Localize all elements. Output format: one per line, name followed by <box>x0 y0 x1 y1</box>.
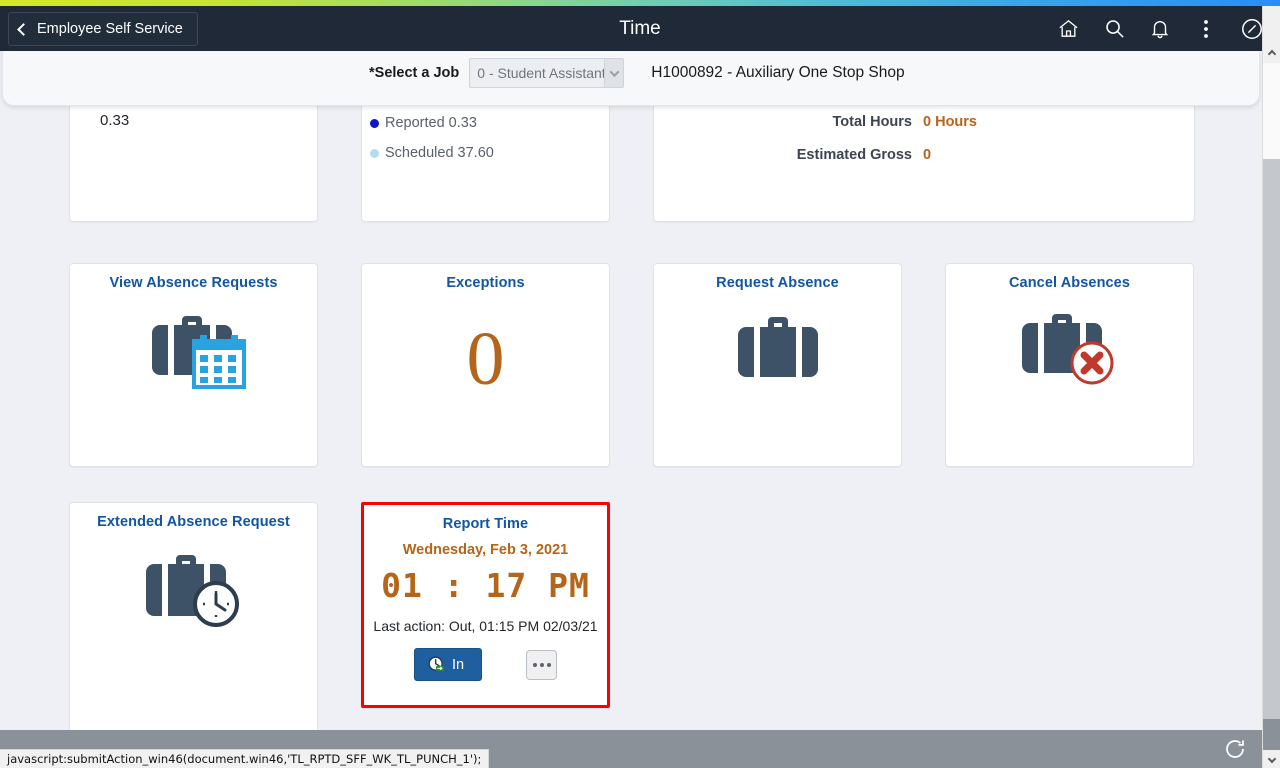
chevron-up-icon <box>1267 49 1277 59</box>
chevron-left-icon <box>17 22 30 36</box>
tile-reported-scheduled-legend[interactable]: Reported 0.33 Scheduled 37.60 <box>361 100 610 222</box>
punch-in-button[interactable]: In <box>413 648 483 681</box>
job-select-dropdown[interactable]: 0 - Student Assistant <box>469 58 625 88</box>
tile-title: Extended Absence Request <box>97 514 290 530</box>
search-icon[interactable] <box>1092 6 1136 51</box>
select-a-job-label: *Select a Job <box>369 65 460 81</box>
report-time-last-action: Last action: Out, 01:15 PM 02/03/21 <box>373 618 598 634</box>
header-icon-group <box>1046 6 1274 51</box>
report-time-more-actions-button[interactable] <box>526 649 558 680</box>
scrollbar-track-lower[interactable] <box>1263 719 1280 750</box>
chevron-down-icon[interactable] <box>604 59 624 87</box>
scrollbar-thumb[interactable] <box>1263 159 1280 719</box>
job-department-text: H1000892 - Auxiliary One Stop Shop <box>651 64 905 81</box>
tile-title: Exceptions <box>446 275 525 291</box>
peoplesoft-time-page: Employee Self Service Time *Select a Job… <box>0 0 1280 768</box>
summary-row: Total Hours 0 Hours <box>654 106 1194 139</box>
report-time-clock: 01 : 17 PM <box>381 566 590 605</box>
tile-report-time[interactable]: Report Time Wednesday, Feb 3, 2021 01 : … <box>361 502 610 708</box>
refresh-icon[interactable] <box>1222 736 1248 767</box>
legend-dot-reported <box>370 118 379 128</box>
scrollbar-track-upper[interactable] <box>1263 63 1280 159</box>
report-time-date: Wednesday, Feb 3, 2021 <box>402 542 569 558</box>
tile-payroll-summary[interactable]: Total Hours 0 Hours Estimated Gross 0 <box>653 100 1195 222</box>
briefcase-clock-icon <box>70 530 317 634</box>
legend-list: Reported 0.33 Scheduled 37.60 <box>362 100 609 168</box>
exceptions-count: 0 <box>466 317 505 401</box>
job-select-value: 0 - Student Assistant <box>477 65 605 81</box>
vertical-scrollbar[interactable] <box>1262 0 1280 768</box>
home-icon[interactable] <box>1046 6 1090 51</box>
legend-dot-scheduled <box>370 148 379 158</box>
tile-title: Cancel Absences <box>1008 275 1131 291</box>
tile-exceptions[interactable]: Exceptions 0 <box>361 263 610 467</box>
total-hours-value: 0 Hours <box>923 114 977 130</box>
legend-label-reported: Reported 0.33 <box>385 115 477 131</box>
tile-payable-time[interactable]: 0.33 <box>69 100 318 222</box>
tile-extended-absence-request[interactable]: Extended Absence Request <box>69 502 318 730</box>
report-time-action-row: In <box>364 648 607 681</box>
tile-view-absence-requests[interactable]: View Absence Requests <box>69 263 318 467</box>
job-selection-row: *Select a Job 0 - Student Assistant H100… <box>369 58 905 88</box>
punch-in-label: In <box>451 656 465 673</box>
notification-bell-icon[interactable] <box>1138 6 1182 51</box>
scroll-up-button[interactable] <box>1263 45 1280 63</box>
legend-item: Scheduled 37.60 <box>370 138 609 168</box>
clock-in-icon <box>428 656 444 671</box>
back-to-employee-self-service-button[interactable]: Employee Self Service <box>8 12 198 46</box>
browser-status-bar: javascript:submitAction_win46(document.w… <box>0 749 490 768</box>
briefcase-calendar-icon <box>70 291 317 391</box>
app-header: Employee Self Service Time <box>0 6 1280 51</box>
legend-item: Reported 0.33 <box>370 108 609 138</box>
tile-title: Report Time <box>442 516 529 532</box>
tile-cancel-absences[interactable]: Cancel Absences <box>945 263 1194 467</box>
estimated-gross-value: 0 <box>923 147 932 163</box>
actions-menu-icon[interactable] <box>1184 6 1228 51</box>
summary-list: Total Hours 0 Hours Estimated Gross 0 <box>654 100 1194 172</box>
page-load-progress-bar <box>0 0 1280 6</box>
summary-row: Estimated Gross 0 <box>654 139 1194 172</box>
briefcase-cancel-icon <box>946 291 1193 389</box>
estimated-gross-label: Estimated Gross <box>796 147 912 163</box>
tile-grid-scroll-area: 0.33 Reported 0.33 Scheduled 37.60 Total… <box>0 100 1262 730</box>
job-selection-bar: *Select a Job 0 - Student Assistant H100… <box>2 44 1260 106</box>
tile-title: View Absence Requests <box>109 275 278 291</box>
chevron-down-icon <box>1267 754 1277 764</box>
briefcase-icon <box>654 291 901 389</box>
back-button-label: Employee Self Service <box>37 21 183 37</box>
scroll-down-button[interactable] <box>1263 750 1280 768</box>
tile-title: Request Absence <box>716 275 839 291</box>
legend-label-scheduled: Scheduled 37.60 <box>385 145 494 161</box>
tile-request-absence[interactable]: Request Absence <box>653 263 902 467</box>
total-hours-label: Total Hours <box>832 114 912 130</box>
